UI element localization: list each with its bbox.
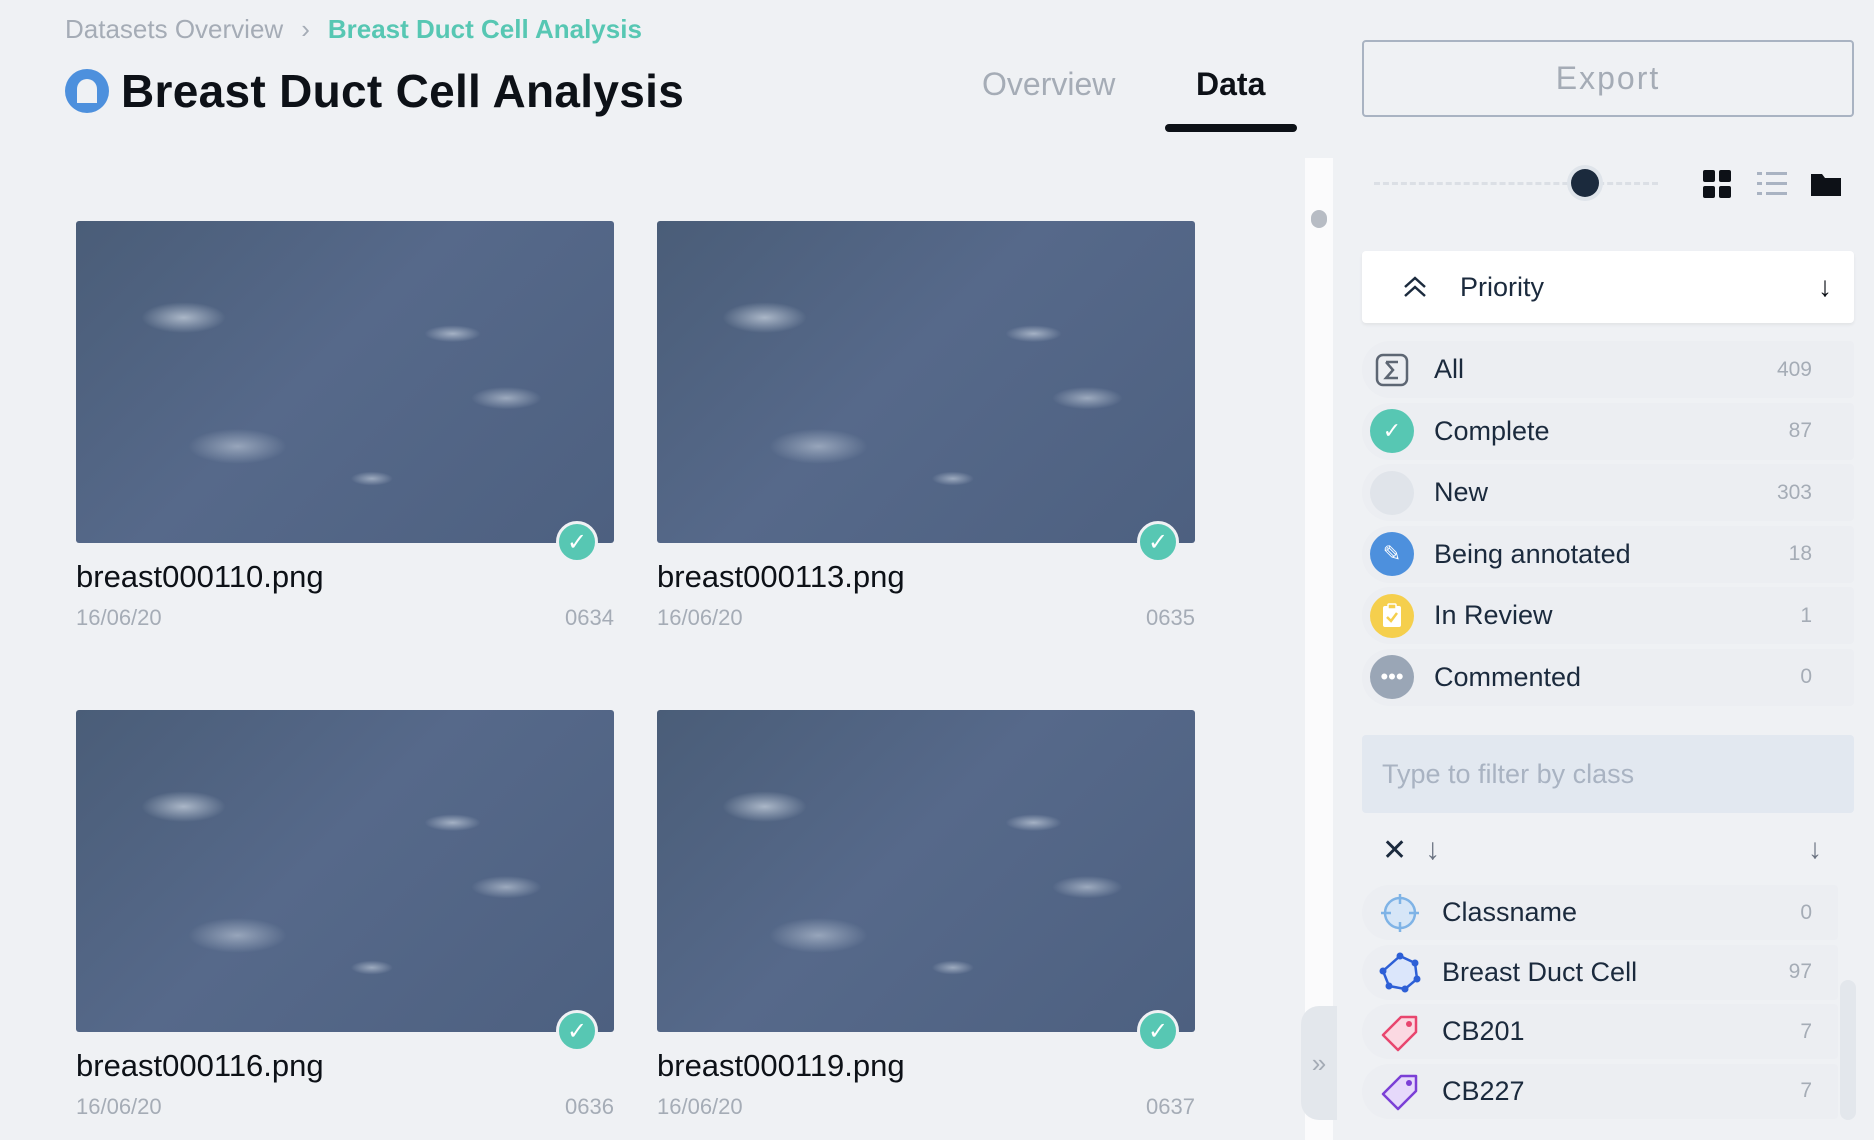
clear-filter-close-icon[interactable]: ✕ [1382,833,1407,868]
comment-icon: ••• [1370,655,1414,699]
complete-check-icon: ✓ [556,1010,598,1052]
grid-scrollbar-track[interactable] [1305,158,1333,1140]
tag-icon [1381,1074,1418,1111]
status-count: 1 [1800,603,1812,627]
item-filename: breast000119.png [657,1048,905,1083]
pencil-icon: ✎ [1370,532,1414,576]
polygon-icon [1379,952,1421,993]
class-label: Classname [1442,897,1578,927]
item-card[interactable]: ✓ breast000116.png 16/06/20 0636 [76,710,614,1120]
status-label: All [1434,354,1465,384]
status-count: 409 [1776,357,1812,381]
item-thumbnail[interactable] [76,221,614,543]
class-item-breast-duct-cell[interactable]: Breast Duct Cell 97 [1362,944,1838,1000]
status-label: Complete [1434,415,1550,446]
class-label: Breast Duct Cell [1442,956,1638,987]
status-label: In Review [1434,600,1553,630]
status-count: 18 [1788,542,1812,565]
folder-view-icon[interactable] [1810,168,1842,200]
class-count: 97 [1788,960,1812,983]
collapse-panel-icon[interactable]: » [1301,1006,1337,1120]
class-tools: ✕ ↓ [1382,833,1440,868]
item-meta: 16/06/20 0635 [657,605,1195,631]
status-filter-new[interactable]: New 303 [1362,464,1854,521]
sort-by-count-arrow-down-icon[interactable]: ↓ [1808,833,1822,865]
class-list-scrollbar[interactable] [1840,980,1856,1120]
status-count: 0 [1800,665,1812,688]
complete-check-icon: ✓ [1137,1010,1179,1052]
sort-selector[interactable]: Priority ↓ [1362,251,1854,323]
clipboard-icon [1370,593,1414,638]
tab-overview[interactable]: Overview [982,66,1115,103]
circle-icon [1370,470,1414,515]
export-button[interactable]: Export [1362,40,1854,117]
check-icon: ✓ [1370,409,1414,453]
item-meta: 16/06/20 0637 [657,1094,1195,1120]
breadcrumb-datasets-overview[interactable]: Datasets Overview [65,14,283,45]
status-filter-all[interactable]: All 409 [1362,341,1854,398]
crosshair-icon [1381,893,1419,932]
thumbnail-size-slider-handle[interactable] [1571,169,1599,197]
class-item-classname[interactable]: Classname 0 [1362,885,1838,940]
class-filter-input[interactable] [1362,735,1854,813]
tab-data[interactable]: Data [1196,66,1265,103]
grid-scrollbar-thumb[interactable] [1311,210,1327,228]
status-label: New [1434,477,1489,507]
status-label: Being annotated [1434,538,1631,569]
class-label: CB201 [1442,1016,1525,1046]
item-id: 0635 [1146,605,1195,630]
item-card[interactable]: ✓ breast000119.png 16/06/20 0637 [657,710,1195,1120]
class-label: CB227 [1442,1075,1525,1106]
class-count: 7 [1800,1079,1812,1102]
class-item-cb227[interactable]: CB227 7 [1362,1063,1838,1119]
sigma-icon [1370,348,1414,392]
status-filter-in-review[interactable]: In Review 1 [1362,587,1854,644]
status-count: 303 [1776,480,1812,504]
chevron-right-icon: › [301,14,310,44]
item-thumbnail[interactable] [657,710,1195,1032]
tag-icon [1381,1015,1418,1051]
item-thumbnail[interactable] [76,710,614,1032]
item-filename: breast000113.png [657,559,905,594]
item-meta: 16/06/20 0636 [76,1094,614,1120]
item-date: 16/06/20 [76,1094,162,1119]
sort-label: Priority [1460,271,1545,302]
status-filter-list: All 409 ✓ Complete 87 New 303 ✎ Being an… [1362,341,1854,710]
class-count: 0 [1800,900,1812,924]
item-card[interactable]: ✓ breast000113.png 16/06/20 0635 [657,221,1195,631]
item-id: 0637 [1146,1094,1195,1119]
class-list: Classname 0 Breast Duct Cell 97 CB201 7 … [1362,885,1838,1123]
item-id: 0634 [565,605,614,630]
sort-by-name-arrow-down-icon[interactable]: ↓ [1425,833,1440,868]
item-date: 16/06/20 [657,1094,743,1119]
grid-view-icon[interactable] [1701,168,1733,200]
status-count: 87 [1788,419,1812,442]
item-filename: breast000110.png [76,559,324,594]
dataset-logo-icon [65,69,109,113]
complete-check-icon: ✓ [1137,521,1179,563]
item-meta: 16/06/20 0634 [76,605,614,631]
status-filter-complete[interactable]: ✓ Complete 87 [1362,402,1854,460]
sort-direction-arrow-down-icon[interactable]: ↓ [1818,271,1832,303]
list-view-icon[interactable] [1756,168,1788,200]
item-date: 16/06/20 [76,605,162,630]
complete-check-icon: ✓ [556,521,598,563]
item-id: 0636 [565,1094,614,1119]
class-item-cb201[interactable]: CB201 7 [1362,1004,1838,1059]
item-filename: breast000116.png [76,1048,324,1083]
page-title: Breast Duct Cell Analysis [121,65,685,117]
class-count: 7 [1800,1019,1812,1043]
item-card[interactable]: ✓ breast000110.png 16/06/20 0634 [76,221,614,631]
breadcrumb-current: Breast Duct Cell Analysis [327,14,642,44]
title-row: Breast Duct Cell Analysis [65,64,684,118]
status-filter-being-annotated[interactable]: ✎ Being annotated 18 [1362,525,1854,583]
status-label: Commented [1434,661,1582,692]
breadcrumb: Datasets Overview › Breast Duct Cell Ana… [65,14,642,45]
priority-chevrons-icon [1404,276,1426,297]
thumbnail-size-slider[interactable] [1374,182,1658,185]
item-date: 16/06/20 [657,605,743,630]
status-filter-commented[interactable]: ••• Commented 0 [1362,648,1854,706]
active-tab-indicator [1165,124,1297,132]
item-thumbnail[interactable] [657,221,1195,543]
